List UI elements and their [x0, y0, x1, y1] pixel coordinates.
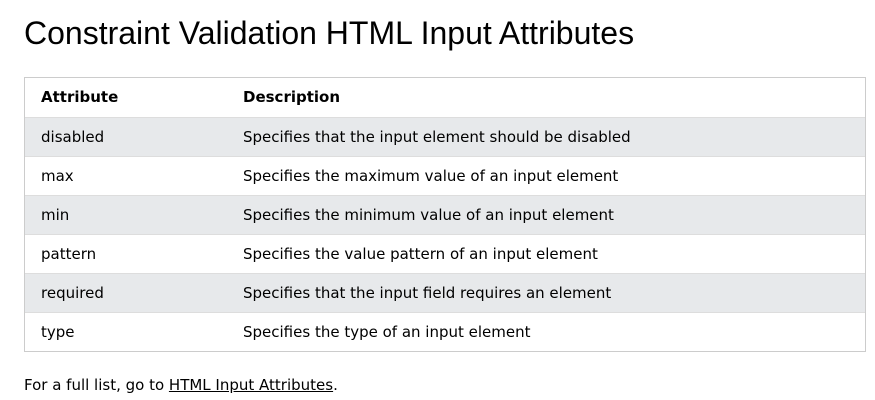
footer-suffix: . — [333, 376, 338, 394]
cell-description: Specifies that the input element should … — [243, 127, 631, 146]
table-row: disabled Specifies that the input elemen… — [25, 117, 865, 156]
table-row: pattern Specifies the value pattern of a… — [25, 234, 865, 273]
footer-note: For a full list, go to HTML Input Attrib… — [24, 375, 338, 395]
page-title: Constraint Validation HTML Input Attribu… — [24, 15, 635, 51]
cell-description: Specifies that the input field requires … — [243, 283, 612, 302]
cell-attribute: type — [41, 322, 75, 341]
table-header-row: Attribute Description — [25, 78, 865, 117]
html-input-attributes-link[interactable]: HTML Input Attributes — [169, 376, 333, 394]
cell-attribute: disabled — [41, 127, 105, 146]
table-row: required Specifies that the input field … — [25, 273, 865, 312]
cell-description: Specifies the minimum value of an input … — [243, 205, 614, 224]
cell-description: Specifies the type of an input element — [243, 322, 531, 341]
cell-attribute: max — [41, 166, 74, 185]
cell-description: Specifies the maximum value of an input … — [243, 166, 619, 185]
table-row: max Specifies the maximum value of an in… — [25, 156, 865, 195]
cell-attribute: min — [41, 205, 70, 224]
attributes-table: Attribute Description disabled Specifies… — [24, 77, 866, 352]
cell-attribute: required — [41, 283, 104, 302]
table-row: min Specifies the minimum value of an in… — [25, 195, 865, 234]
footer-prefix: For a full list, go to — [24, 376, 169, 394]
header-attribute: Attribute — [41, 88, 119, 107]
header-description: Description — [243, 88, 341, 107]
cell-attribute: pattern — [41, 244, 97, 263]
cell-description: Specifies the value pattern of an input … — [243, 244, 598, 263]
table-row: type Specifies the type of an input elem… — [25, 312, 865, 351]
